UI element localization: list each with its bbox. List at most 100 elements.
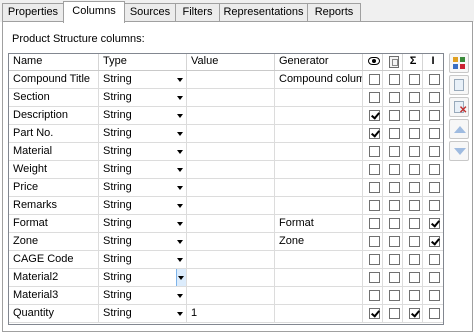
header-sum[interactable]: Σ [403, 54, 423, 70]
name-cell[interactable]: Format [9, 215, 99, 233]
sum-checkbox[interactable] [409, 236, 420, 247]
type-cell[interactable]: String [99, 179, 187, 197]
name-cell[interactable]: Part No. [9, 125, 99, 143]
type-dropdown-button[interactable] [176, 233, 186, 250]
header-generator[interactable]: Generator [275, 54, 363, 70]
header-print[interactable] [383, 54, 403, 70]
type-dropdown-button[interactable] [176, 161, 186, 178]
type-dropdown-button[interactable] [176, 125, 186, 142]
type-dropdown-button[interactable] [176, 287, 186, 304]
value-cell[interactable] [187, 197, 275, 215]
header-name[interactable]: Name [9, 54, 99, 70]
name-cell[interactable]: CAGE Code [9, 251, 99, 269]
move-down-button[interactable] [449, 141, 469, 161]
cursor-checkbox[interactable] [429, 92, 440, 103]
visible-checkbox[interactable] [369, 182, 380, 193]
type-cell[interactable]: String [99, 305, 187, 323]
generator-cell[interactable] [275, 197, 363, 215]
print-checkbox[interactable] [389, 290, 400, 301]
name-cell[interactable]: Material [9, 143, 99, 161]
print-checkbox[interactable] [389, 200, 400, 211]
value-cell[interactable] [187, 251, 275, 269]
visible-checkbox[interactable] [369, 164, 380, 175]
type-dropdown-button[interactable] [176, 197, 186, 214]
generator-cell[interactable]: Zone [275, 233, 363, 251]
value-cell[interactable] [187, 125, 275, 143]
type-dropdown-button[interactable] [176, 107, 186, 124]
name-cell[interactable]: Description [9, 107, 99, 125]
value-cell[interactable] [187, 215, 275, 233]
tab-properties[interactable]: Properties [2, 3, 64, 22]
table-row[interactable]: Weight String [9, 161, 443, 179]
visible-checkbox[interactable] [369, 308, 380, 319]
generator-cell[interactable]: Format [275, 215, 363, 233]
generator-cell[interactable] [275, 89, 363, 107]
print-checkbox[interactable] [389, 128, 400, 139]
visible-checkbox[interactable] [369, 236, 380, 247]
header-cursor[interactable]: I [423, 54, 443, 70]
print-checkbox[interactable] [389, 218, 400, 229]
sum-checkbox[interactable] [409, 290, 420, 301]
table-row[interactable]: Section String [9, 89, 443, 107]
value-cell[interactable] [187, 287, 275, 305]
table-row[interactable]: Zone String Zone [9, 233, 443, 251]
table-row[interactable]: Material2 String [9, 269, 443, 287]
table-row[interactable]: Remarks String [9, 197, 443, 215]
name-cell[interactable]: Zone [9, 233, 99, 251]
type-cell[interactable]: String [99, 107, 187, 125]
type-cell[interactable]: String [99, 161, 187, 179]
type-cell[interactable]: String [99, 287, 187, 305]
cursor-checkbox[interactable] [429, 74, 440, 85]
cursor-checkbox[interactable] [429, 290, 440, 301]
table-row[interactable]: Part No. String [9, 125, 443, 143]
table-row[interactable]: Quantity String 1 [9, 305, 443, 323]
tab-representations[interactable]: Representations [219, 3, 308, 22]
print-checkbox[interactable] [389, 74, 400, 85]
value-cell[interactable] [187, 179, 275, 197]
table-row[interactable]: Material String [9, 143, 443, 161]
sum-checkbox[interactable] [409, 74, 420, 85]
tab-columns[interactable]: Columns [63, 1, 125, 23]
generator-cell[interactable] [275, 251, 363, 269]
type-dropdown-button[interactable] [176, 89, 186, 106]
print-checkbox[interactable] [389, 110, 400, 121]
cursor-checkbox[interactable] [429, 200, 440, 211]
table-row[interactable]: Material3 String [9, 287, 443, 305]
header-value[interactable]: Value [187, 54, 275, 70]
generator-cell[interactable] [275, 269, 363, 287]
value-cell[interactable] [187, 233, 275, 251]
table-row[interactable]: CAGE Code String [9, 251, 443, 269]
name-cell[interactable]: Price [9, 179, 99, 197]
name-cell[interactable]: Section [9, 89, 99, 107]
table-row[interactable]: Compound Title String Compound column [9, 71, 443, 89]
visible-checkbox[interactable] [369, 290, 380, 301]
tab-filters[interactable]: Filters [175, 3, 220, 22]
generator-cell[interactable] [275, 125, 363, 143]
type-cell[interactable]: String [99, 143, 187, 161]
value-cell[interactable] [187, 71, 275, 89]
sum-checkbox[interactable] [409, 254, 420, 265]
cursor-checkbox[interactable] [429, 146, 440, 157]
generator-cell[interactable] [275, 161, 363, 179]
cursor-checkbox[interactable] [429, 218, 440, 229]
move-up-button[interactable] [449, 119, 469, 139]
value-cell[interactable] [187, 161, 275, 179]
sum-checkbox[interactable] [409, 164, 420, 175]
type-cell[interactable]: String [99, 269, 187, 287]
type-cell[interactable]: String [99, 125, 187, 143]
type-cell[interactable]: String [99, 233, 187, 251]
generator-cell[interactable] [275, 305, 363, 323]
name-cell[interactable]: Weight [9, 161, 99, 179]
sum-checkbox[interactable] [409, 200, 420, 211]
print-checkbox[interactable] [389, 308, 400, 319]
visible-checkbox[interactable] [369, 272, 380, 283]
type-cell[interactable]: String [99, 89, 187, 107]
sum-checkbox[interactable] [409, 272, 420, 283]
name-cell[interactable]: Material3 [9, 287, 99, 305]
sum-checkbox[interactable] [409, 146, 420, 157]
sum-checkbox[interactable] [409, 128, 420, 139]
print-checkbox[interactable] [389, 182, 400, 193]
print-checkbox[interactable] [389, 164, 400, 175]
type-dropdown-button[interactable] [176, 179, 186, 196]
type-dropdown-button[interactable] [176, 215, 186, 232]
